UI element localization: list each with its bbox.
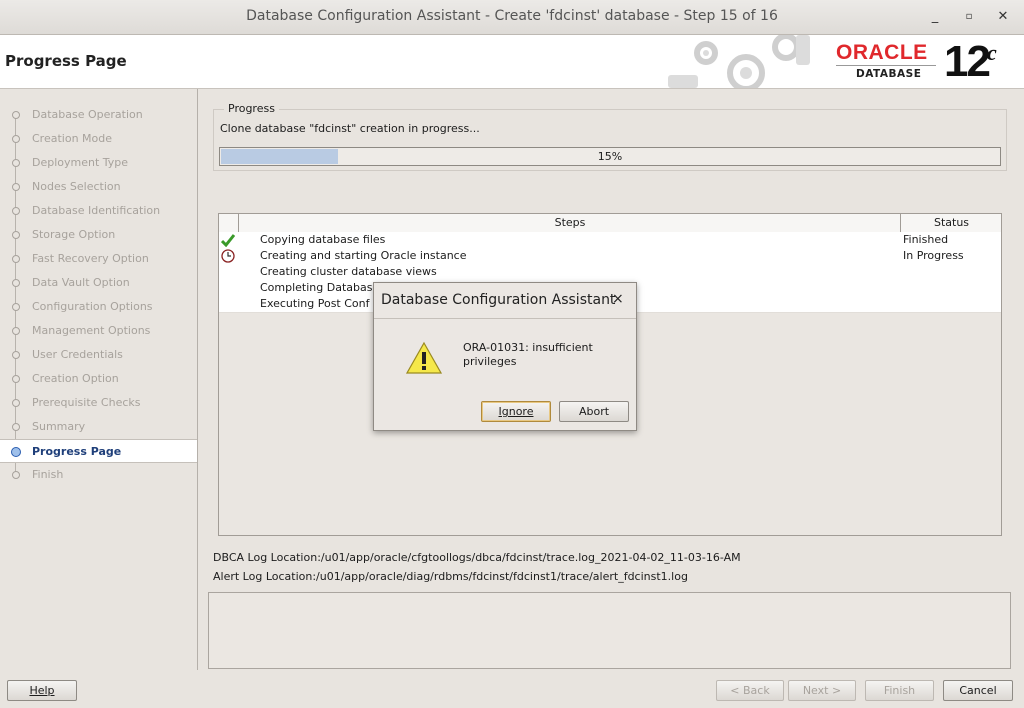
- sidebar-item-finish[interactable]: Finish: [0, 463, 197, 487]
- table-row[interactable]: Creating cluster database views: [219, 264, 1001, 281]
- sidebar-item-summary[interactable]: Summary: [0, 415, 197, 439]
- back-button[interactable]: < Back: [716, 680, 784, 701]
- steps-column-header[interactable]: Steps: [239, 216, 901, 229]
- alert-log-location: Alert Log Location:/u01/app/oracle/diag/…: [213, 570, 688, 583]
- step-dot-icon: [12, 159, 20, 167]
- version-logo: 12: [944, 37, 991, 86]
- progress-group-label: Progress: [224, 102, 279, 115]
- clock-icon: [221, 249, 235, 263]
- logo-divider: [836, 65, 936, 66]
- wizard-steps-sidebar: Database Operation Creation Mode Deploym…: [0, 89, 198, 670]
- dialog-close-icon[interactable]: ×: [612, 291, 624, 307]
- progress-bar: 15%: [219, 147, 1001, 166]
- maximize-button[interactable]: ▫: [960, 8, 978, 26]
- table-row[interactable]: Creating and starting Oracle instance In…: [219, 248, 1001, 265]
- next-button[interactable]: Next >: [788, 680, 856, 701]
- sidebar-item-management-options[interactable]: Management Options: [0, 319, 197, 343]
- status-column-header[interactable]: Status: [902, 216, 1001, 229]
- step-status: Finished: [903, 233, 949, 246]
- step-dot-icon: [12, 375, 20, 383]
- sidebar-item-database-identification[interactable]: Database Identification: [0, 199, 197, 223]
- abort-button-label: Abort: [578, 405, 610, 418]
- dialog-message: ORA-01031: insufficient privileges: [463, 341, 593, 368]
- warning-icon: [406, 341, 442, 374]
- minimize-button[interactable]: _: [926, 8, 944, 26]
- oracle-logo: ORACLE: [836, 41, 928, 64]
- sidebar-item-configuration-options[interactable]: Configuration Options: [0, 295, 197, 319]
- dialog-divider: [374, 318, 636, 319]
- details-text-area[interactable]: [208, 592, 1011, 669]
- window-titlebar: Database Configuration Assistant - Creat…: [0, 0, 1024, 35]
- table-row[interactable]: Copying database files Finished: [219, 232, 1001, 249]
- progress-message: Clone database "fdcinst" creation in pro…: [220, 122, 480, 135]
- sidebar-item-fast-recovery-option[interactable]: Fast Recovery Option: [0, 247, 197, 271]
- page-header: Progress Page ORACLE DATABASE 12 c: [0, 35, 1024, 89]
- step-name: Completing Databas: [260, 281, 373, 294]
- step-dot-icon: [12, 135, 20, 143]
- page-title: Progress Page: [5, 52, 127, 70]
- step-name: Creating cluster database views: [260, 265, 437, 278]
- error-dialog: Database Configuration Assistant × ORA-0…: [373, 282, 637, 431]
- step-dot-icon: [12, 303, 20, 311]
- sidebar-item-deployment-type[interactable]: Deployment Type: [0, 151, 197, 175]
- sidebar-item-creation-mode[interactable]: Creation Mode: [0, 127, 197, 151]
- step-dot-icon: [12, 423, 20, 431]
- help-button-label: Help: [29, 684, 55, 697]
- dbca-log-location: DBCA Log Location:/u01/app/oracle/cfgtoo…: [213, 551, 741, 564]
- window-title: Database Configuration Assistant - Creat…: [246, 8, 778, 24]
- dialog-title: Database Configuration Assistant: [381, 292, 616, 308]
- sidebar-item-prerequisite-checks[interactable]: Prerequisite Checks: [0, 391, 197, 415]
- sidebar-item-creation-option[interactable]: Creation Option: [0, 367, 197, 391]
- progress-percent: 15%: [597, 150, 623, 163]
- table-header: Steps Status: [219, 214, 1001, 233]
- step-dot-icon: [12, 111, 20, 119]
- abort-button[interactable]: Abort: [559, 401, 629, 422]
- sidebar-item-storage-option[interactable]: Storage Option: [0, 223, 197, 247]
- checkmark-icon: [221, 234, 235, 247]
- step-dot-icon: [12, 183, 20, 191]
- current-step-icon: [11, 447, 21, 457]
- step-name: Creating and starting Oracle instance: [260, 249, 467, 262]
- step-dot-icon: [12, 279, 20, 287]
- step-dot-icon: [12, 471, 20, 479]
- step-dot-icon: [12, 399, 20, 407]
- close-window-button[interactable]: ✕: [994, 8, 1012, 26]
- version-logo-suffix: c: [987, 40, 997, 65]
- finish-button[interactable]: Finish: [865, 680, 934, 701]
- sidebar-item-data-vault-option[interactable]: Data Vault Option: [0, 271, 197, 295]
- step-dot-icon: [12, 255, 20, 263]
- help-button[interactable]: Help: [7, 680, 77, 701]
- oracle-logo-sub: DATABASE: [856, 68, 922, 80]
- step-dot-icon: [12, 231, 20, 239]
- step-status: In Progress: [903, 249, 964, 262]
- ignore-button[interactable]: Ignore: [481, 401, 551, 422]
- gears-decoration-icon: [668, 35, 810, 88]
- step-dot-icon: [12, 327, 20, 335]
- sidebar-item-progress-page[interactable]: Progress Page: [0, 439, 197, 463]
- step-dot-icon: [12, 351, 20, 359]
- sidebar-item-database-operation[interactable]: Database Operation: [0, 103, 197, 127]
- button-bar: Help < Back Next > Finish Cancel: [0, 675, 1024, 708]
- step-name: Copying database files: [260, 233, 386, 246]
- step-name: Executing Post Conf: [260, 297, 370, 310]
- sidebar-item-user-credentials[interactable]: User Credentials: [0, 343, 197, 367]
- sidebar-item-nodes-selection[interactable]: Nodes Selection: [0, 175, 197, 199]
- step-dot-icon: [12, 207, 20, 215]
- ignore-button-label: Ignore: [498, 405, 534, 418]
- cancel-button[interactable]: Cancel: [943, 680, 1013, 701]
